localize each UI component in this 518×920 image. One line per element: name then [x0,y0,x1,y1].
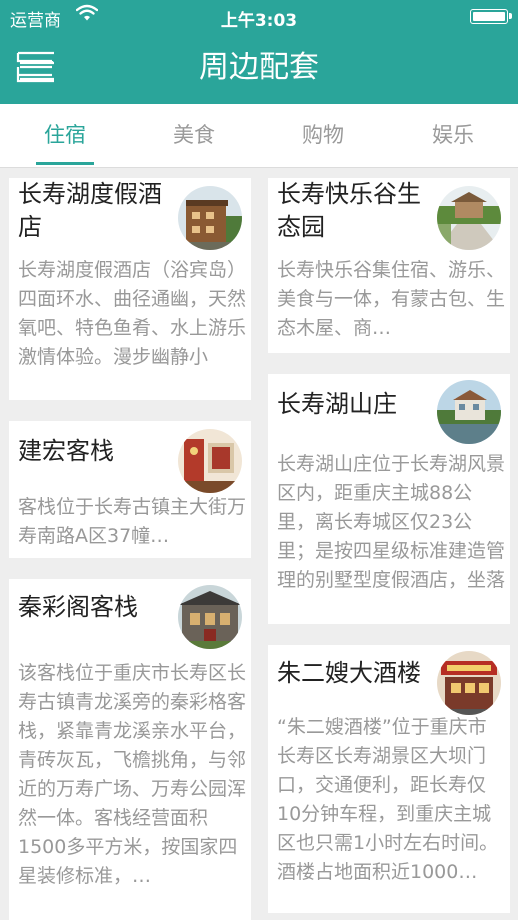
status-bar: 运营商 上午3:03 [0,0,518,34]
hotel-building-thumbnail [178,186,242,250]
tab-food[interactable]: 美食 [129,104,259,168]
nav-header: 运营商 上午3:03 周边配套 [0,0,518,104]
clock: 上午3:03 [220,11,298,31]
restaurant-sign-thumbnail [437,651,501,715]
card-description: 长寿湖山庄位于长寿湖风景区内，距重庆主城88公里，离长寿城区仅23公里；是按四星… [277,453,505,591]
battery-icon [470,9,512,24]
card-description: “朱二嫂酒楼”位于重庆市长寿区长寿湖景区大坝门口，交通便利，距长寿仅10分钟车程… [277,716,499,883]
card-title: 秦彩阁客栈 [18,593,138,621]
place-card[interactable]: 长寿湖山庄 长寿湖山庄位于长寿湖风景区内，距重庆主城88公里，离长寿城区仅23公… [268,374,510,624]
active-tab-indicator [36,162,94,165]
inn-lobby-thumbnail [178,429,242,493]
place-card[interactable]: 秦彩阁客栈 该客栈位于重庆市长寿区长寿古镇青龙溪旁的秦彩格客栈，紧靠青龙溪亲水平… [9,579,251,920]
category-tabs: 住宿 美食 购物 娱乐 [0,104,518,168]
inn-facade-thumbnail [178,585,242,649]
card-description: 长寿快乐谷集住宿、游乐、美食与一体，有蒙古包、生态木屋、商… [277,259,505,339]
tab-entertainment[interactable]: 娱乐 [388,104,518,168]
card-title: 长寿快乐谷生态园 [277,180,421,241]
card-description: 客栈位于长寿古镇主大街万寿南路A区37幢… [18,496,246,547]
place-card[interactable]: 长寿快乐谷生态园 长寿快乐谷集住宿、游乐、美食与一体，有蒙古包、生态木屋、商… [268,178,510,353]
tab-lodging[interactable]: 住宿 [0,104,130,168]
card-description: 长寿湖度假酒店（浴宾岛）四面环水、曲径通幽，天然氧吧、特色鱼肴、水上游乐激情体验… [18,259,246,368]
card-title: 建宏客栈 [18,437,114,465]
card-title: 长寿湖度假酒店 [18,180,162,241]
tab-shopping[interactable]: 购物 [258,104,388,168]
card-description: 该客栈位于重庆市长寿区长寿古镇青龙溪旁的秦彩格客栈，紧靠青龙溪亲水平台，青砖灰瓦… [18,662,246,887]
eco-park-thumbnail [437,186,501,250]
place-card[interactable]: 建宏客栈 客栈位于长寿古镇主大街万寿南路A区37幢… [9,421,251,558]
place-card[interactable]: 朱二嫂大酒楼 “朱二嫂酒楼”位于重庆市长寿区长寿湖景区大坝门口，交通便利，距长寿… [268,645,510,913]
lake-villa-thumbnail [437,380,501,444]
card-title: 长寿湖山庄 [277,390,397,418]
place-card[interactable]: 长寿湖度假酒店 长寿湖度假酒店（浴宾岛）四面环水、曲径通幽，天然氧吧、特色鱼肴、… [9,178,251,400]
card-title: 朱二嫂大酒楼 [277,659,421,687]
page-title: 周边配套 [199,50,319,85]
